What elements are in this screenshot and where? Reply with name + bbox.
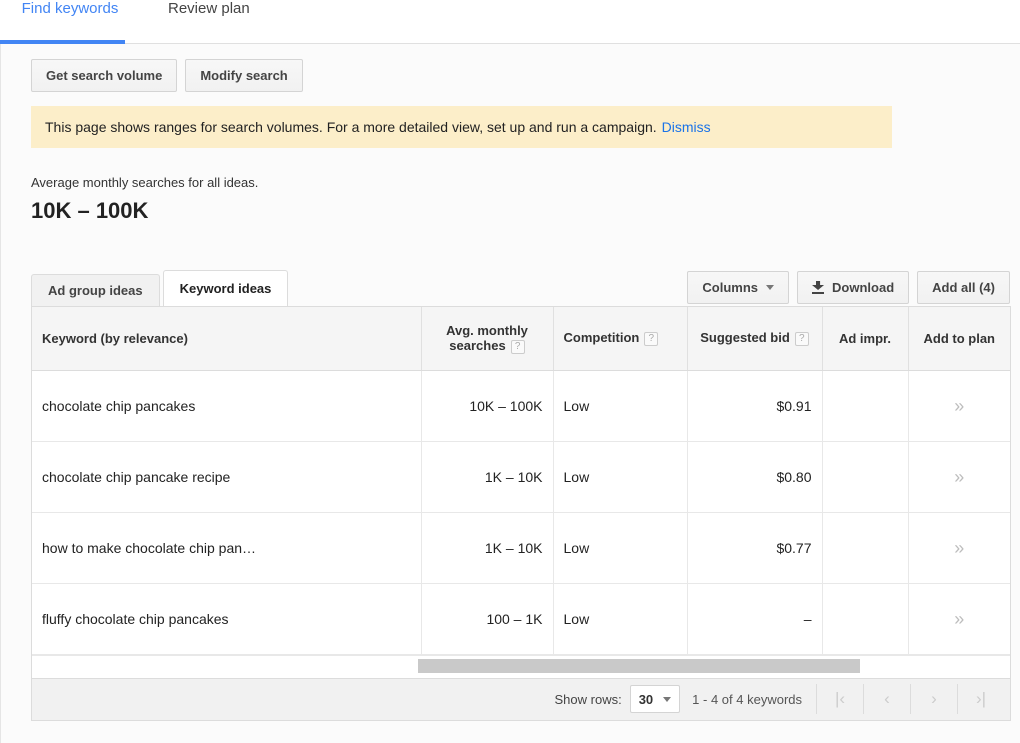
cell-avg-monthly-searches: 100 – 1K — [421, 583, 554, 655]
add-to-plan-chevron-icon[interactable]: » — [954, 467, 964, 487]
download-button[interactable]: Download — [797, 271, 910, 304]
table-row: how to make chocolate chip pan… 1K – 10K… — [32, 512, 1010, 584]
summary-value: 10K – 100K — [31, 198, 149, 223]
cell-keyword: how to make chocolate chip pan… — [32, 512, 422, 584]
pagination-previous-button[interactable]: ‹ — [863, 684, 910, 714]
top-nav: Find keywords Review plan — [0, 0, 1020, 44]
cell-keyword: chocolate chip pancake recipe — [32, 441, 422, 513]
cell-suggested-bid: $0.77 — [687, 512, 823, 584]
table-body: chocolate chip pancakes 10K – 100K Low $… — [32, 370, 1010, 655]
pagination-last-button[interactable]: ›| — [957, 684, 1004, 714]
rows-per-page-value: 30 — [638, 691, 654, 707]
download-icon — [812, 281, 825, 294]
cell-competition: Low — [553, 441, 688, 513]
info-banner-text: This page shows ranges for search volume… — [45, 119, 657, 135]
chevron-down-icon — [766, 285, 775, 290]
cell-ad-impr — [822, 512, 909, 584]
cell-ad-impr — [822, 583, 909, 655]
column-header-competition-label: Competition — [563, 330, 640, 346]
table-header: Keyword (by relevance) Avg. monthly sear… — [32, 307, 1010, 371]
keyword-ideas-table: Keyword (by relevance) Avg. monthly sear… — [32, 307, 1010, 655]
download-label: Download — [832, 280, 895, 295]
column-header-keyword-label: Keyword (by relevance) — [42, 330, 188, 346]
help-icon-avg-monthly-searches[interactable]: ? — [510, 339, 525, 354]
tab-keyword-ideas[interactable]: Keyword ideas — [162, 270, 289, 306]
add-to-plan-chevron-icon[interactable]: » — [954, 396, 964, 416]
column-header-competition[interactable]: Competition? — [553, 307, 688, 371]
column-header-suggested-bid[interactable]: Suggested bid? — [687, 307, 823, 371]
cell-ad-impr — [822, 370, 909, 442]
add-all-button[interactable]: Add all (4) — [917, 271, 1010, 304]
card-header: Ad group ideas Keyword ideas Columns Dow… — [1, 270, 1020, 306]
cell-avg-monthly-searches: 10K – 100K — [421, 370, 554, 442]
cell-suggested-bid: $0.91 — [687, 370, 823, 442]
help-icon-suggested-bid[interactable]: ? — [794, 332, 809, 347]
table-row: fluffy chocolate chip pancakes 100 – 1K … — [32, 583, 1010, 655]
columns-label: Columns — [702, 280, 759, 295]
cell-add-to-plan: » — [908, 512, 1010, 584]
topnav-item-find-keywords[interactable]: Find keywords — [14, 0, 126, 18]
table-header-row: Keyword (by relevance) Avg. monthly sear… — [32, 307, 1010, 371]
table-row: chocolate chip pancake recipe 1K – 10K L… — [32, 441, 1010, 513]
column-header-add-to-plan: Add to plan — [908, 307, 1010, 371]
column-header-ad-impr[interactable]: Ad impr. — [822, 307, 909, 371]
cell-competition: Low — [553, 583, 688, 655]
keyword-ideas-table-container: Keyword (by relevance) Avg. monthly sear… — [31, 306, 1011, 679]
chevron-down-icon — [663, 696, 672, 702]
cell-add-to-plan: » — [908, 370, 1010, 442]
column-header-add-to-plan-label: Add to plan — [923, 330, 996, 346]
info-banner: This page shows ranges for search volume… — [31, 106, 892, 148]
pagination-controls: |‹ ‹ › ›| — [816, 684, 1004, 714]
cell-add-to-plan: » — [908, 441, 1010, 513]
add-to-plan-chevron-icon[interactable]: » — [954, 609, 964, 629]
add-to-plan-chevron-icon[interactable]: » — [954, 538, 964, 558]
cell-keyword: chocolate chip pancakes — [32, 370, 422, 442]
columns-button[interactable]: Columns — [687, 271, 790, 304]
content-panel: Get search volume Modify search This pag… — [0, 44, 1020, 743]
horizontal-scrollbar[interactable] — [32, 654, 1010, 678]
action-button-row: Get search volume Modify search — [1, 44, 1020, 92]
get-search-volume-button[interactable]: Get search volume — [31, 59, 178, 92]
cell-avg-monthly-searches: 1K – 10K — [421, 441, 554, 513]
column-header-ad-impr-label: Ad impr. — [838, 330, 891, 346]
rows-per-page-select[interactable]: 30 — [629, 685, 681, 713]
pagination-next-button[interactable]: › — [910, 684, 957, 714]
cell-avg-monthly-searches: 1K – 10K — [421, 512, 554, 584]
pagination-range: 1 - 4 of 4 keywords — [692, 691, 802, 707]
cell-suggested-bid: $0.80 — [687, 441, 823, 513]
show-rows-label: Show rows: — [554, 691, 622, 707]
cell-ad-impr — [822, 441, 909, 513]
cell-competition: Low — [553, 370, 688, 442]
cell-keyword: fluffy chocolate chip pancakes — [32, 583, 422, 655]
summary-label: Average monthly searches for all ideas. — [31, 175, 259, 190]
horizontal-scrollbar-thumb[interactable] — [418, 658, 860, 673]
topnav-item-review-plan[interactable]: Review plan — [168, 0, 250, 18]
dismiss-link[interactable]: Dismiss — [662, 119, 711, 135]
modify-search-button[interactable]: Modify search — [185, 59, 303, 92]
table-row: chocolate chip pancakes 10K – 100K Low $… — [32, 370, 1010, 442]
table-footer: Show rows: 30 1 - 4 of 4 keywords |‹ ‹ ›… — [31, 678, 1011, 721]
cell-suggested-bid: – — [687, 583, 823, 655]
cell-add-to-plan: » — [908, 583, 1010, 655]
column-header-avg-monthly-searches[interactable]: Avg. monthly searches? — [421, 307, 554, 371]
column-header-keyword[interactable]: Keyword (by relevance) — [32, 307, 422, 371]
column-header-suggested-bid-label: Suggested bid — [700, 330, 790, 346]
tab-ad-group-ideas[interactable]: Ad group ideas — [31, 274, 160, 306]
pagination-first-button[interactable]: |‹ — [816, 684, 863, 714]
cell-competition: Low — [553, 512, 688, 584]
summary-block: Average monthly searches for all ideas. … — [31, 174, 1020, 226]
table-toolbar: Columns Download Add all (4) — [687, 271, 1010, 304]
help-icon-competition[interactable]: ? — [644, 332, 659, 347]
